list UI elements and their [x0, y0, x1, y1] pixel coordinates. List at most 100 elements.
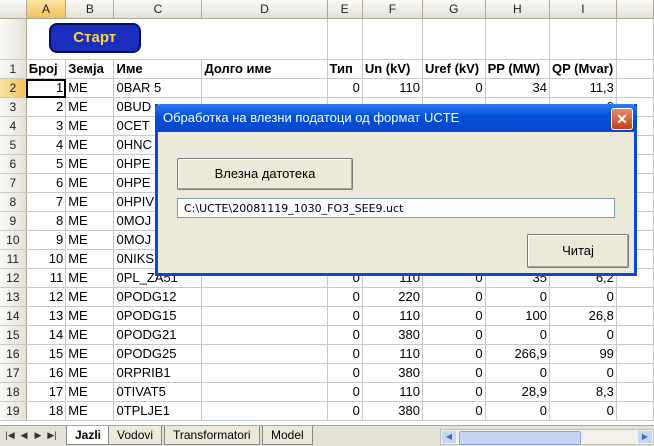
- cell-c[interactable]: 0PODG15: [113, 306, 203, 326]
- cell-b[interactable]: ME: [65, 325, 115, 345]
- cell-i[interactable]: 8,3: [549, 382, 617, 402]
- row-header[interactable]: 1: [0, 59, 27, 79]
- row-header[interactable]: 14: [0, 306, 27, 326]
- input-file-button[interactable]: Влезна датотека: [177, 158, 353, 190]
- cell-i[interactable]: 99: [549, 344, 617, 364]
- column-header[interactable]: H: [485, 0, 550, 19]
- cell-d[interactable]: [201, 306, 328, 326]
- cell-d[interactable]: [201, 287, 328, 307]
- cell-d[interactable]: [201, 344, 328, 364]
- row-header[interactable]: 3: [0, 97, 27, 117]
- column-title[interactable]: Uref (kV): [422, 59, 486, 79]
- row-header[interactable]: 16: [0, 344, 27, 364]
- cell-a[interactable]: 13: [26, 306, 67, 326]
- cell-f[interactable]: 380: [362, 401, 423, 421]
- cell-e[interactable]: 0: [327, 363, 363, 383]
- column-title[interactable]: QP (Mvar): [549, 59, 617, 79]
- column-title[interactable]: PP (MW): [485, 59, 550, 79]
- scroll-thumb[interactable]: [459, 431, 581, 445]
- cell-c[interactable]: 0RPRIB1: [113, 363, 203, 383]
- cell-a[interactable]: 11: [26, 268, 67, 288]
- cell-b[interactable]: ME: [65, 344, 115, 364]
- cell-d[interactable]: [201, 363, 328, 383]
- cell-f[interactable]: 110: [362, 306, 423, 326]
- column-header[interactable]: G: [422, 0, 486, 19]
- cell-h[interactable]: 0: [485, 325, 550, 345]
- cell-a[interactable]: 15: [26, 344, 67, 364]
- dialog-titlebar[interactable]: Обработка на влезни податоци од формат U…: [155, 104, 637, 132]
- cell-a[interactable]: 9: [26, 230, 67, 250]
- cell-h[interactable]: 100: [485, 306, 550, 326]
- row-header[interactable]: 9: [0, 211, 27, 231]
- read-button[interactable]: Читај: [527, 234, 629, 268]
- cell-d[interactable]: [201, 78, 328, 98]
- cell-b[interactable]: ME: [65, 306, 115, 326]
- cell-c[interactable]: 0PODG25: [113, 344, 203, 364]
- cell-c[interactable]: 0PODG21: [113, 325, 203, 345]
- cell-f[interactable]: 110: [362, 78, 423, 98]
- cell-b[interactable]: ME: [65, 192, 115, 212]
- cell-e[interactable]: 0: [327, 287, 363, 307]
- column-header[interactable]: I: [549, 0, 617, 19]
- row-header[interactable]: 2: [0, 78, 27, 98]
- tab-vodovi[interactable]: Vodovi: [108, 426, 163, 445]
- cell-i[interactable]: 26,8: [549, 306, 617, 326]
- cell-b[interactable]: ME: [65, 173, 115, 193]
- cell-e[interactable]: 0: [327, 344, 363, 364]
- row-header[interactable]: 10: [0, 230, 27, 250]
- last-sheet-icon[interactable]: ▶|: [46, 428, 58, 442]
- cell-a[interactable]: 8: [26, 211, 67, 231]
- cell-d[interactable]: [201, 325, 328, 345]
- cell-c[interactable]: 0TPLJE1: [113, 401, 203, 421]
- cell-a[interactable]: 3: [26, 116, 67, 136]
- cell-h[interactable]: 0: [485, 401, 550, 421]
- first-sheet-icon[interactable]: |◀: [4, 428, 16, 442]
- cell-g[interactable]: 0: [422, 78, 486, 98]
- column-header[interactable]: C: [113, 0, 203, 19]
- cell-g[interactable]: 0: [422, 287, 486, 307]
- column-title[interactable]: Долго име: [201, 59, 328, 79]
- cell-e[interactable]: 0: [327, 78, 363, 98]
- cell-a[interactable]: 12: [26, 287, 67, 307]
- cell-b[interactable]: ME: [65, 249, 115, 269]
- cell-a[interactable]: 18: [26, 401, 67, 421]
- cell-b[interactable]: ME: [65, 135, 115, 155]
- column-header[interactable]: A: [26, 0, 67, 19]
- cell-h[interactable]: 34: [485, 78, 550, 98]
- tab-transformatori[interactable]: Transformatori: [164, 426, 260, 445]
- cell-i[interactable]: 0: [549, 363, 617, 383]
- cell-a[interactable]: 1: [26, 78, 67, 98]
- tab-jazli[interactable]: Jazli: [66, 426, 111, 445]
- column-header[interactable]: B: [65, 0, 115, 19]
- cell-e[interactable]: 0: [327, 325, 363, 345]
- cell-g[interactable]: 0: [422, 325, 486, 345]
- row-header[interactable]: 19: [0, 401, 27, 421]
- cell-g[interactable]: 0: [422, 401, 486, 421]
- column-header[interactable]: F: [362, 0, 423, 19]
- row-header[interactable]: 15: [0, 325, 27, 345]
- column-header[interactable]: [616, 0, 654, 19]
- cell-f[interactable]: 220: [362, 287, 423, 307]
- cell-a[interactable]: 6: [26, 173, 67, 193]
- row-header[interactable]: 11: [0, 249, 27, 269]
- prev-sheet-icon[interactable]: ◀: [18, 428, 30, 442]
- cell-c[interactable]: 0BAR 5: [113, 78, 203, 98]
- cell-a[interactable]: 10: [26, 249, 67, 269]
- cell-b[interactable]: ME: [65, 78, 115, 98]
- cell-a[interactable]: 14: [26, 325, 67, 345]
- cell-g[interactable]: 0: [422, 344, 486, 364]
- row-header[interactable]: 5: [0, 135, 27, 155]
- scroll-left-icon[interactable]: ◀: [442, 431, 456, 443]
- cell-a[interactable]: 17: [26, 382, 67, 402]
- cell-a[interactable]: 5: [26, 154, 67, 174]
- tab-model[interactable]: Model: [262, 426, 313, 445]
- cell-e[interactable]: 0: [327, 401, 363, 421]
- column-title[interactable]: Име: [113, 59, 203, 79]
- column-title[interactable]: Број: [26, 59, 67, 79]
- cell-a[interactable]: 2: [26, 97, 67, 117]
- cell-i[interactable]: 11,3: [549, 78, 617, 98]
- horizontal-scrollbar[interactable]: ◀ ▶: [440, 429, 654, 445]
- cell-b[interactable]: ME: [65, 268, 115, 288]
- column-title[interactable]: Тип: [327, 59, 363, 79]
- cell-b[interactable]: ME: [65, 401, 115, 421]
